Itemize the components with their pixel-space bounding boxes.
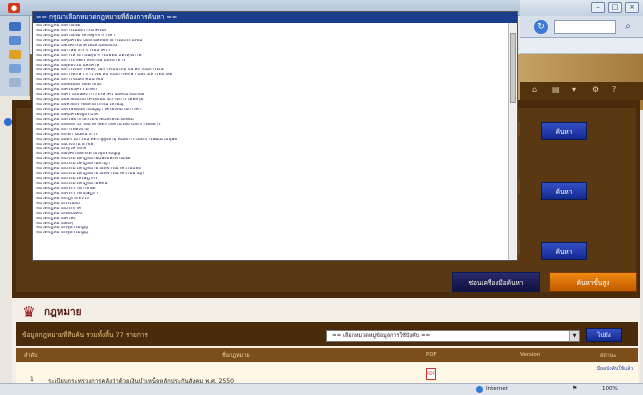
back-icon[interactable] xyxy=(9,22,21,31)
column-header-version: Version xyxy=(520,352,541,358)
page-icon[interactable]: ▾ xyxy=(572,85,576,94)
dropdown-scrollbar[interactable] xyxy=(508,23,517,260)
history-icon[interactable] xyxy=(9,78,21,87)
feeds-icon[interactable] xyxy=(9,64,21,73)
browser-side-toolbar xyxy=(0,16,30,96)
column-header-status: สถานะ xyxy=(600,353,617,359)
search-icon[interactable]: ⌕ xyxy=(620,20,636,34)
help-icon[interactable]: ? xyxy=(612,85,616,94)
column-header-no: ลำดับ xyxy=(24,353,38,359)
law-table-header xyxy=(16,348,638,362)
browser-address-row: ↻ ⌕ xyxy=(520,16,643,38)
cursor-indicator xyxy=(4,118,12,126)
law-status: มีผลบังคับใช้แล้ว xyxy=(596,366,634,372)
hide-search-tools-button[interactable]: ซ่อนเครื่องมือค้นหา xyxy=(452,272,540,292)
dropdown-option[interactable]: หมวดกฎหมายรัฐธรรมนูญ xyxy=(33,231,509,236)
protected-mode-icon: ⚑ xyxy=(572,385,578,392)
chevron-down-icon[interactable]: ▼ xyxy=(569,331,579,341)
search-button-2[interactable]: ค้นหา xyxy=(541,182,587,200)
column-header-title: ชื่อกฎหมาย xyxy=(222,353,250,359)
print-icon[interactable]: ▤ xyxy=(552,85,560,94)
close-icon[interactable]: × xyxy=(625,2,639,13)
search-button-3[interactable]: ค้นหา xyxy=(541,242,587,260)
search-button-1[interactable]: ค้นหา xyxy=(541,122,587,140)
law-section-title: กฎหมาย xyxy=(44,307,82,318)
favorites-star-icon[interactable] xyxy=(9,50,21,59)
dropdown-scroll-thumb[interactable] xyxy=(510,33,516,103)
dropdown-selected-option[interactable]: == กรุณาเลือกหมวดกฎหมายที่ต้องการค้นหา =… xyxy=(33,12,517,23)
law-go-button[interactable]: ไปยัง xyxy=(586,328,622,342)
law-status-select[interactable]: == เลือกหมวดหมู่ข้อมูลการใช้บังคับ == ▼ xyxy=(326,330,580,342)
forward-icon[interactable] xyxy=(9,36,21,45)
row-number: 1 xyxy=(30,376,34,383)
refresh-icon[interactable]: ↻ xyxy=(534,20,548,34)
security-zone-label: Internet xyxy=(486,386,508,392)
browser-search-input[interactable] xyxy=(554,20,616,34)
minimize-icon[interactable]: – xyxy=(591,2,605,13)
home-icon[interactable]: ⌂ xyxy=(532,85,537,94)
site-favicon-icon: ● xyxy=(8,3,20,13)
law-emblem-icon: ♛ xyxy=(22,303,36,321)
law-category-dropdown[interactable]: == กรุณาเลือกหมวดกฎหมายที่ต้องการค้นหา =… xyxy=(32,11,518,261)
favorites-bar xyxy=(520,38,643,54)
column-header-pdf: PDF xyxy=(426,352,437,358)
zoom-level[interactable]: 100% xyxy=(602,386,618,392)
advanced-search-button[interactable]: ค้นหาขั้นสูง xyxy=(549,272,637,292)
dropdown-option-list: หมวดกฎหมายพาณิชย์ หมวดกฎหมายการเมืองการปก… xyxy=(33,24,509,236)
browser-tab-area: – □ × xyxy=(520,0,643,16)
tools-icon[interactable]: ⚙ xyxy=(592,85,599,94)
internet-zone-icon xyxy=(476,386,483,393)
law-results-count: ข้อมูลกฎหมายที่สืบค้น รวมทั้งสิ้น 77 ราย… xyxy=(22,331,148,339)
site-toolbar: ⌂ ▤ ▾ ⚙ ? xyxy=(520,82,643,100)
pdf-label: PDF xyxy=(427,371,435,376)
window-controls: – □ × xyxy=(591,2,639,13)
browser-status-bar xyxy=(0,383,643,395)
maximize-icon[interactable]: □ xyxy=(608,2,622,13)
pdf-download-icon[interactable]: PDF xyxy=(426,368,436,380)
law-status-select-value: == เลือกหมวดหมู่ข้อมูลการใช้บังคับ == xyxy=(332,333,431,339)
